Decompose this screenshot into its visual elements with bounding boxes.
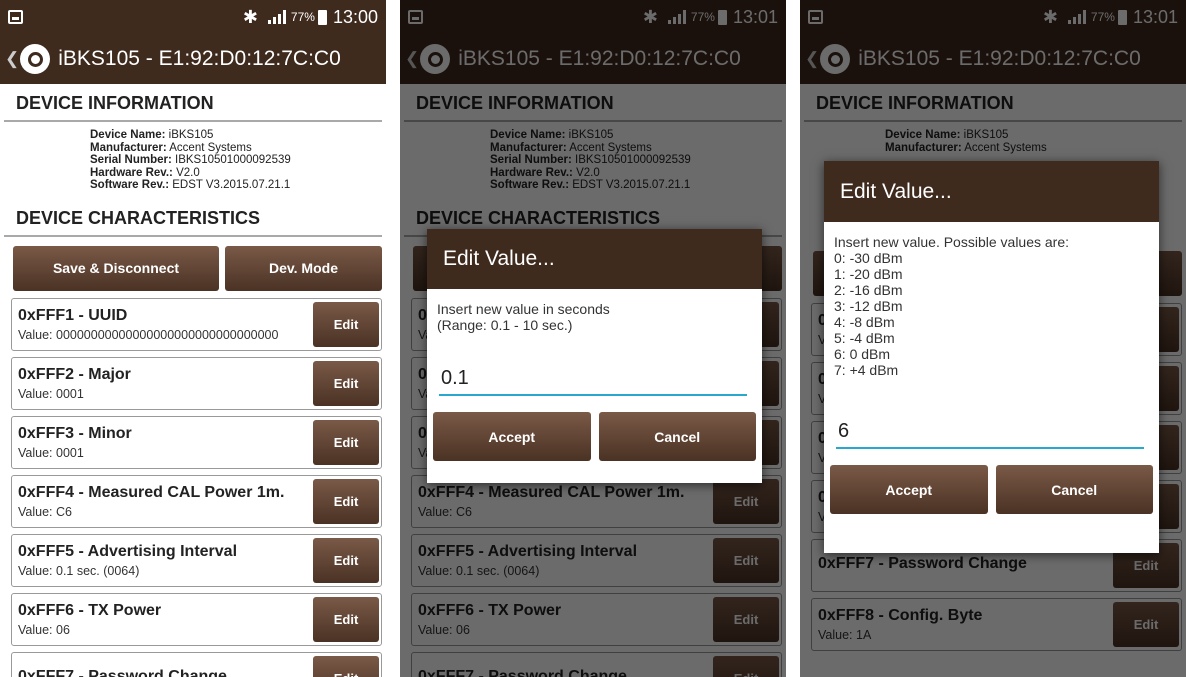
- dialog-message: Insert new value. Possible values are: 0…: [834, 234, 1070, 378]
- app-logo-icon: [820, 44, 851, 74]
- characteristic-row: 0xFFF5 - Advertising Interval Value: 0.1 …: [11, 533, 382, 587]
- bluetooth-icon: ✱: [242, 6, 258, 27]
- device-information-heading: DEVICE INFORMATION: [804, 84, 1182, 122]
- info-line: Serial Number: IBKS10501000092539: [90, 154, 291, 166]
- app-logo-icon: [420, 44, 451, 74]
- status-bar: ✱ 77% 13:01: [400, 0, 786, 34]
- bluetooth-icon: ✱: [642, 6, 658, 27]
- cancel-button[interactable]: Cancel: [598, 412, 756, 461]
- back-chevron-icon[interactable]: ❮: [5, 49, 19, 69]
- edit-button[interactable]: Edit: [313, 596, 379, 642]
- signal-icon: [667, 10, 686, 24]
- phone-screen-1: ✱ 77% 13:00 ❮ iBKS105 - E1:92:D0:12:7C:C…: [0, 0, 386, 677]
- clock: 13:01: [732, 6, 778, 27]
- action-bar: ❮ iBKS105 - E1:92:D0:12:7C:C0: [400, 34, 786, 84]
- action-bar: ❮ iBKS105 - E1:92:D0:12:7C:C0: [0, 34, 386, 84]
- edit-button[interactable]: Edit: [713, 596, 779, 642]
- device-info-block: Device Name: iBKS105 Manufacturer: Accen…: [0, 122, 386, 199]
- status-bar: ✱ 77% 13:00: [0, 0, 386, 34]
- dialog-title: Edit Value...: [427, 229, 762, 289]
- edit-interval-dialog: Edit Value... Insert new value in second…: [427, 229, 762, 483]
- characteristic-row: 0xFFF2 - MajorValue: 0001Edit: [11, 356, 382, 410]
- edit-button[interactable]: Edit: [313, 360, 379, 406]
- characteristic-row: 0xFFF6 - TX Power Value: 06 Edit: [11, 592, 382, 646]
- back-chevron-icon[interactable]: ❮: [405, 49, 419, 69]
- characteristic-row: 0xFFF3 - MinorValue: 0001Edit: [11, 415, 382, 469]
- info-line: Hardware Rev.: V2.0: [490, 166, 600, 179]
- characteristic-row: 0xFFF7 - Password ChangeEdit: [11, 651, 382, 677]
- device-characteristics-heading: DEVICE CHARACTERISTICS: [4, 199, 382, 237]
- info-line: Serial Number: IBKS10501000092539: [490, 154, 691, 166]
- accept-button[interactable]: Accept: [433, 412, 591, 461]
- edit-button[interactable]: Edit: [713, 655, 779, 677]
- dialog-title: Edit Value...: [824, 161, 1159, 222]
- device-info-block: Device Name: iBKS105 Manufacturer: Accen…: [800, 122, 1186, 161]
- app-title: iBKS105 - E1:92:D0:12:7C:C0: [858, 47, 1141, 70]
- battery-icon: [317, 9, 327, 25]
- device-information-heading: DEVICE INFORMATION: [404, 84, 782, 122]
- characteristic-row: 0xFFF5 - Advertising Interval Value: 0.1 …: [411, 533, 782, 587]
- info-line: Device Name: iBKS105: [490, 129, 614, 141]
- characteristic-row: 0xFFF7 - Password ChangeEdit: [411, 651, 782, 677]
- interval-value-input[interactable]: [439, 367, 747, 396]
- edit-button[interactable]: Edit: [713, 537, 779, 583]
- dialog-message: Insert new value in seconds (Range: 0.1 …: [437, 301, 610, 333]
- battery-icon: [1117, 9, 1127, 25]
- edit-button[interactable]: Edit: [313, 419, 379, 465]
- info-line: Device Name: iBKS105: [90, 129, 214, 141]
- edit-button[interactable]: Edit: [313, 301, 379, 347]
- app-title: iBKS105 - E1:92:D0:12:7C:C0: [458, 47, 741, 70]
- info-line: Manufacturer: Accent Systems: [90, 141, 252, 154]
- info-line: Software Rev.: EDST V3.2015.07.21.1: [90, 179, 291, 191]
- edit-button[interactable]: Edit: [1113, 602, 1179, 647]
- phone-screen-2: ✱ 77% 13:01 ❮ iBKS105 - E1:92:D0:12:7C:C…: [400, 0, 786, 677]
- characteristic-row: 0xFFF1 - UUIDValue: 00000000000000000000…: [11, 297, 382, 351]
- edit-button[interactable]: Edit: [313, 478, 379, 524]
- phone-screen-3: ✱ 77% 13:01 ❮ iBKS105 - E1:92:D0:12:7C:C…: [800, 0, 1186, 677]
- device-info-block: Device Name: iBKS105 Manufacturer: Accen…: [400, 122, 786, 199]
- signal-icon: [1067, 10, 1086, 24]
- txpower-value-input[interactable]: [836, 420, 1144, 449]
- clock: 13:00: [332, 6, 378, 27]
- info-line: Manufacturer: Accent Systems: [885, 141, 1047, 154]
- edit-button[interactable]: Edit: [713, 478, 779, 524]
- info-line: Hardware Rev.: V2.0: [90, 166, 200, 179]
- bluetooth-icon: ✱: [1042, 6, 1058, 27]
- info-line: Manufacturer: Accent Systems: [490, 141, 652, 154]
- clock: 13:01: [1132, 6, 1178, 27]
- info-line: Software Rev.: EDST V3.2015.07.21.1: [490, 179, 691, 191]
- characteristic-row: 0xFFF8 - Config. Byte Value: 1A Edit: [811, 598, 1182, 651]
- status-bar: ✱ 77% 13:01: [800, 0, 1186, 34]
- notification-icon: [408, 10, 423, 24]
- info-line: Device Name: iBKS105: [885, 129, 1009, 141]
- dev-mode-button[interactable]: Dev. Mode: [225, 245, 382, 291]
- accept-button[interactable]: Accept: [830, 465, 988, 514]
- device-information-heading: DEVICE INFORMATION: [4, 84, 382, 122]
- signal-icon: [267, 10, 286, 24]
- characteristic-row: 0xFFF6 - TX Power Value: 06 Edit: [411, 592, 782, 646]
- characteristic-row: 0xFFF4 - Measured CAL Power 1m.Value: C6…: [11, 474, 382, 528]
- cancel-button[interactable]: Cancel: [995, 465, 1153, 514]
- edit-button[interactable]: Edit: [313, 655, 379, 677]
- edit-button[interactable]: Edit: [313, 537, 379, 583]
- app-logo-icon: [20, 44, 51, 74]
- action-bar: ❮ iBKS105 - E1:92:D0:12:7C:C0: [800, 34, 1186, 84]
- app-title: iBKS105 - E1:92:D0:12:7C:C0: [58, 47, 341, 70]
- notification-icon: [808, 10, 823, 24]
- battery-percent: 77%: [690, 10, 715, 24]
- notification-icon: [8, 10, 23, 24]
- save-disconnect-button[interactable]: Save & Disconnect: [13, 245, 219, 291]
- back-chevron-icon[interactable]: ❮: [805, 49, 819, 69]
- battery-percent: 77%: [290, 10, 315, 24]
- edit-txpower-dialog: Edit Value... Insert new value. Possible…: [824, 161, 1159, 553]
- battery-icon: [717, 9, 727, 25]
- battery-percent: 77%: [1090, 10, 1115, 24]
